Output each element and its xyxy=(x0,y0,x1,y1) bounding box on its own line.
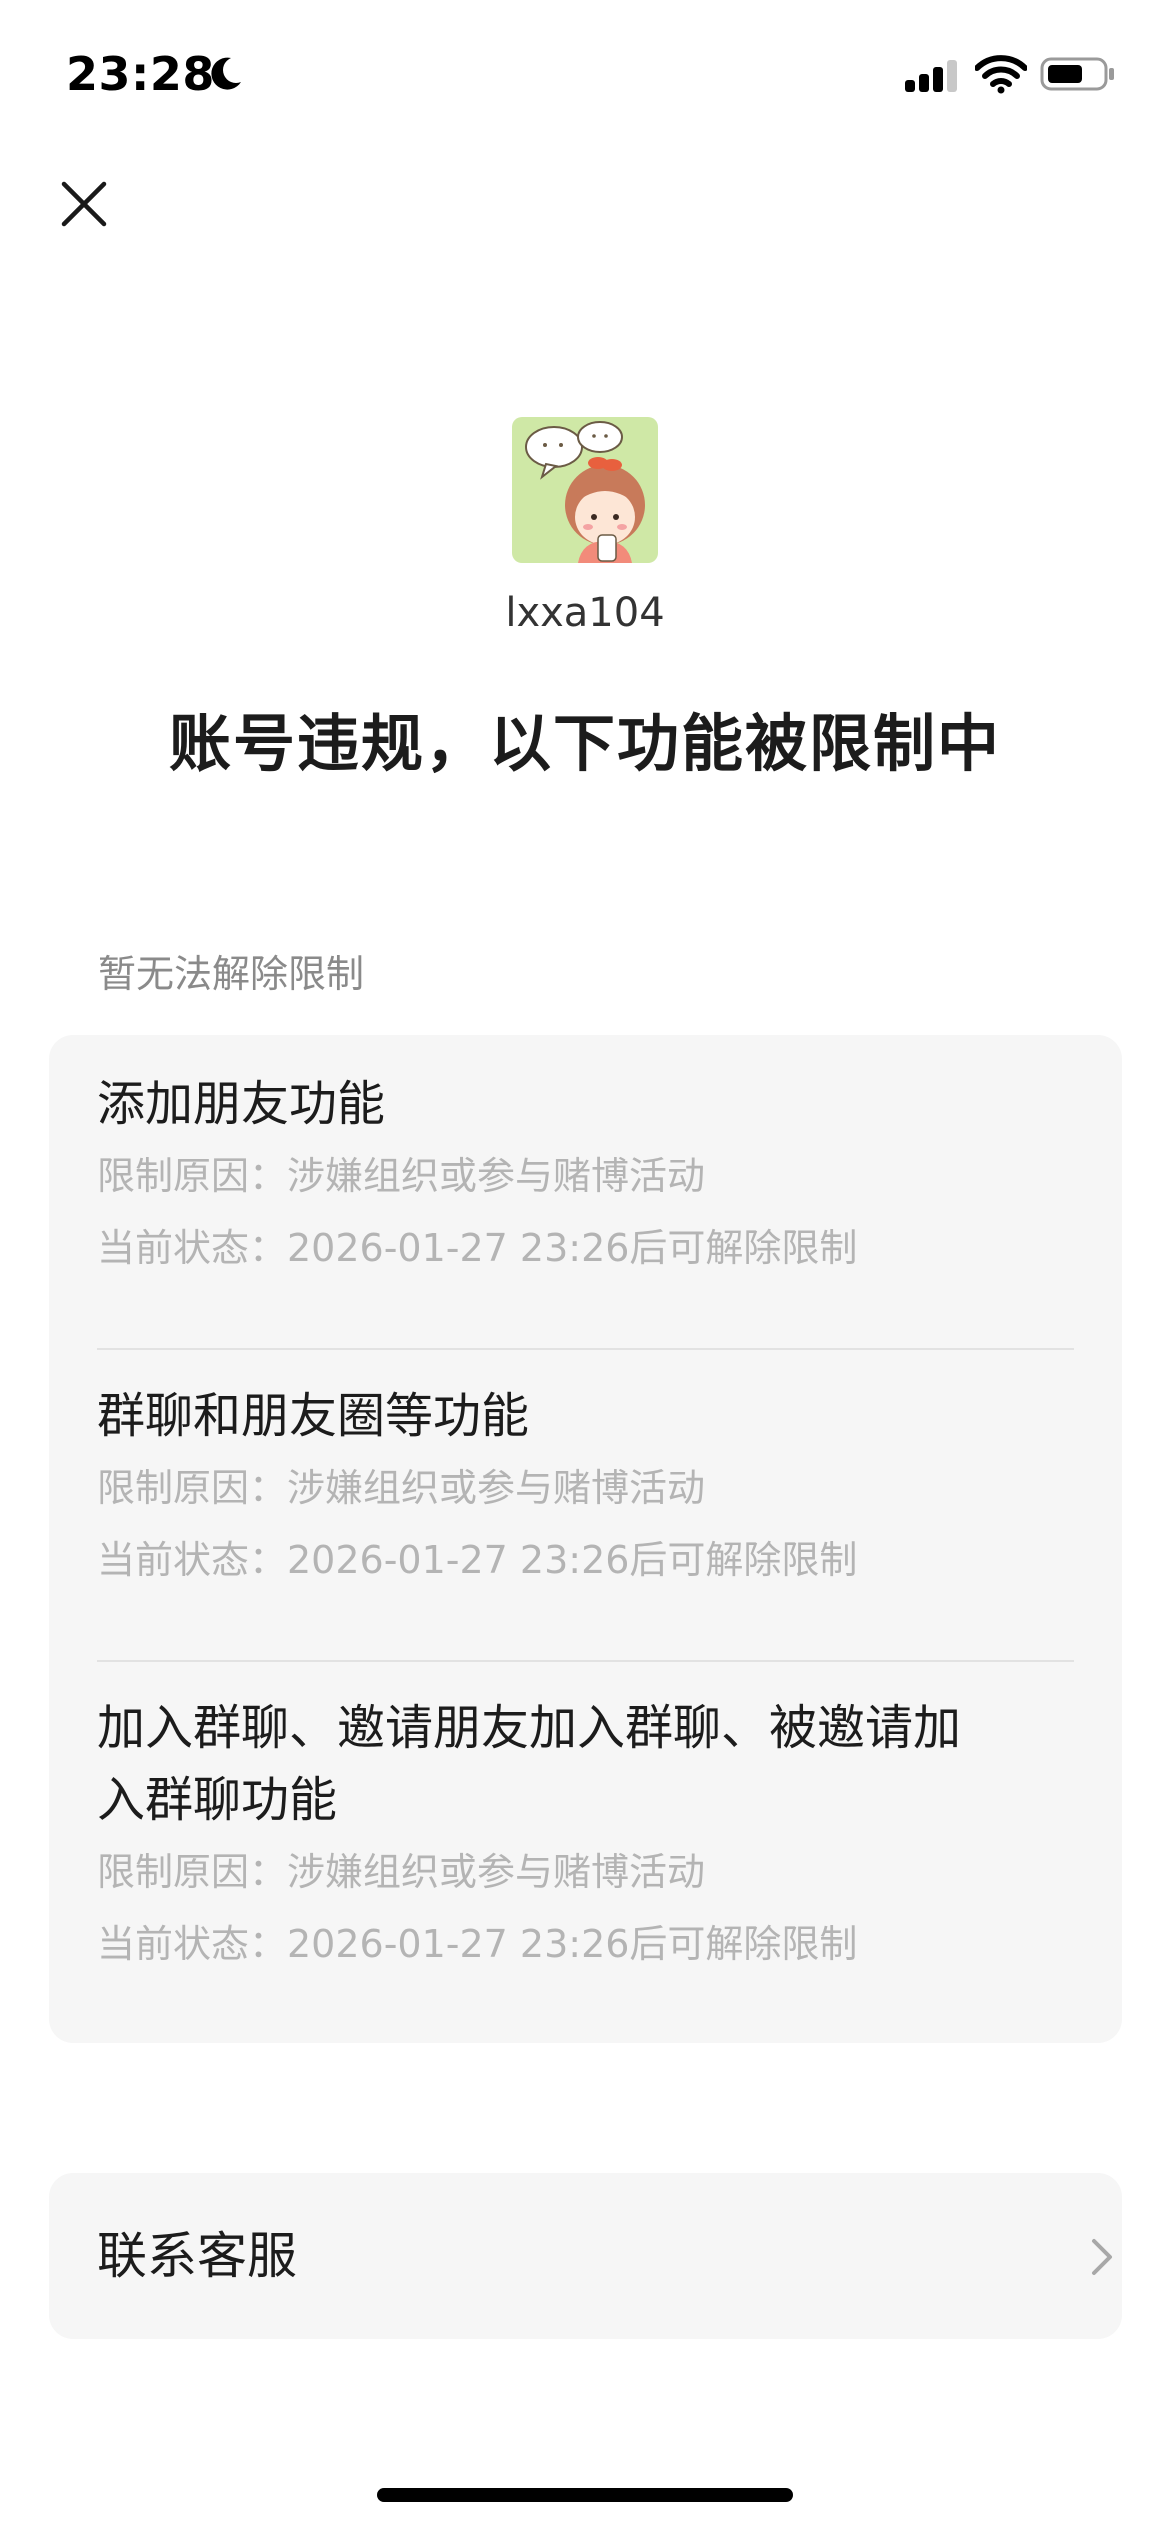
restriction-status: 当前状态：2026-01-27 23:26后可解除限制 xyxy=(97,1922,858,1966)
username: lxxa104 xyxy=(505,590,665,636)
restriction-item: 群聊和朋友圈等功能 限制原因：涉嫌组织或参与赌博活动 当前状态：2026-01-… xyxy=(97,1380,1074,1596)
close-button[interactable] xyxy=(50,170,118,238)
avatar xyxy=(512,417,658,563)
status-bar: 23:28 xyxy=(0,0,1170,150)
restriction-status: 当前状态：2026-01-27 23:26后可解除限制 xyxy=(97,1538,858,1582)
contact-support-label: 联系客服 xyxy=(97,2227,297,2285)
cartoon-avatar-icon xyxy=(512,417,658,563)
wifi-icon xyxy=(975,55,1027,94)
restriction-status: 当前状态：2026-01-27 23:26后可解除限制 xyxy=(97,1226,858,1270)
chevron-right-icon xyxy=(1092,2239,1112,2275)
restriction-title: 群聊和朋友圈等功能 xyxy=(97,1388,530,1444)
home-indicator[interactable] xyxy=(377,2488,793,2502)
restriction-title-line: 入群聊功能 xyxy=(97,1772,338,1828)
divider xyxy=(97,1348,1074,1350)
battery-icon xyxy=(1040,57,1114,91)
status-time: 23:28 xyxy=(66,47,215,101)
close-icon xyxy=(61,181,107,227)
section-label: 暂无法解除限制 xyxy=(98,952,365,996)
restriction-item: 加入群聊、邀请朋友加入群聊、被邀请加 入群聊功能 限制原因：涉嫌组织或参与赌博活… xyxy=(97,1692,1074,1980)
divider xyxy=(97,1660,1074,1662)
restriction-item: 添加朋友功能 限制原因：涉嫌组织或参与赌博活动 当前状态：2026-01-27 … xyxy=(97,1068,1074,1284)
restriction-title-line: 加入群聊、邀请朋友加入群聊、被邀请加 xyxy=(97,1700,962,1756)
restriction-reason: 限制原因：涉嫌组织或参与赌博活动 xyxy=(97,1850,706,1894)
moon-icon xyxy=(211,57,241,90)
contact-support-button[interactable]: 联系客服 xyxy=(49,2173,1122,2339)
restriction-title: 添加朋友功能 xyxy=(97,1076,386,1132)
restrictions-card: 添加朋友功能 限制原因：涉嫌组织或参与赌博活动 当前状态：2026-01-27 … xyxy=(49,1035,1122,2043)
page-title: 账号违规，以下功能被限制中 xyxy=(168,707,1001,780)
restriction-reason: 限制原因：涉嫌组织或参与赌博活动 xyxy=(97,1466,706,1510)
restriction-reason: 限制原因：涉嫌组织或参与赌博活动 xyxy=(97,1154,706,1198)
cellular-signal-icon xyxy=(905,60,957,92)
